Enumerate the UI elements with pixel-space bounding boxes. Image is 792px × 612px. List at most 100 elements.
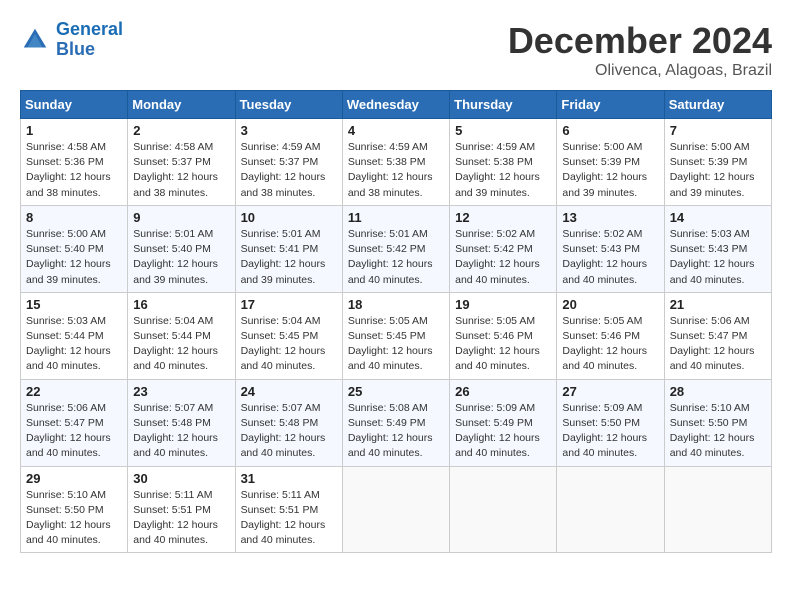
day-number: 23 [133, 384, 229, 399]
calendar-cell [450, 466, 557, 553]
calendar-cell: 26 Sunrise: 5:09 AM Sunset: 5:49 PM Dayli… [450, 379, 557, 466]
calendar-cell: 9 Sunrise: 5:01 AM Sunset: 5:40 PM Daylig… [128, 205, 235, 292]
month-title: December 2024 [508, 20, 772, 62]
day-number: 4 [348, 123, 444, 138]
calendar-cell: 17Sunrise: 5:04 AM Sunset: 5:45 PM Dayli… [235, 292, 342, 379]
day-info: Sunrise: 5:11 AM Sunset: 5:51 PM Dayligh… [241, 488, 337, 549]
weekday-header-friday: Friday [557, 91, 664, 119]
calendar-cell: 24 Sunrise: 5:07 AM Sunset: 5:48 PM Dayli… [235, 379, 342, 466]
weekday-header-thursday: Thursday [450, 91, 557, 119]
day-info: Sunrise: 5:07 AM Sunset: 5:48 PM Dayligh… [133, 401, 229, 462]
logo-text: General Blue [56, 20, 123, 60]
day-info: Sunrise: 4:59 AM Sunset: 5:38 PM Dayligh… [348, 140, 444, 201]
day-number: 10 [241, 210, 337, 225]
day-info: Sunrise: 5:10 AM Sunset: 5:50 PM Dayligh… [670, 401, 766, 462]
calendar-cell: 25 Sunrise: 5:08 AM Sunset: 5:49 PM Dayli… [342, 379, 449, 466]
calendar-cell [342, 466, 449, 553]
day-number: 24 [241, 384, 337, 399]
day-number: 22 [26, 384, 122, 399]
weekday-header-wednesday: Wednesday [342, 91, 449, 119]
day-info: Sunrise: 4:58 AM Sunset: 5:37 PM Dayligh… [133, 140, 229, 201]
day-info: Sunrise: 5:02 AM Sunset: 5:43 PM Dayligh… [562, 227, 658, 288]
calendar-cell: 29 Sunrise: 5:10 AM Sunset: 5:50 PM Dayli… [21, 466, 128, 553]
day-info: Sunrise: 5:03 AM Sunset: 5:43 PM Dayligh… [670, 227, 766, 288]
calendar-cell: 19Sunrise: 5:05 AM Sunset: 5:46 PM Dayli… [450, 292, 557, 379]
week-row-3: 15 Sunrise: 5:03 AM Sunset: 5:44 PM Dayli… [21, 292, 772, 379]
day-number: 3 [241, 123, 337, 138]
weekday-header-sunday: Sunday [21, 91, 128, 119]
day-info: Sunrise: 5:01 AM Sunset: 5:42 PM Dayligh… [348, 227, 444, 288]
page-header: General Blue December 2024 Olivenca, Ala… [20, 20, 772, 80]
day-info: Sunrise: 5:03 AM Sunset: 5:44 PM Dayligh… [26, 314, 122, 375]
day-number: 28 [670, 384, 766, 399]
day-number: 18 [348, 297, 444, 312]
calendar-cell: 15 Sunrise: 5:03 AM Sunset: 5:44 PM Dayli… [21, 292, 128, 379]
day-info: Sunrise: 5:08 AM Sunset: 5:49 PM Dayligh… [348, 401, 444, 462]
day-info: Sunrise: 4:58 AM Sunset: 5:36 PM Dayligh… [26, 140, 122, 201]
day-info: Sunrise: 5:05 AM Sunset: 5:46 PM Dayligh… [562, 314, 658, 375]
calendar-cell: 3 Sunrise: 4:59 AM Sunset: 5:37 PM Daylig… [235, 119, 342, 206]
weekday-header-row: SundayMondayTuesdayWednesdayThursdayFrid… [21, 91, 772, 119]
day-info: Sunrise: 5:04 AM Sunset: 5:44 PM Dayligh… [133, 314, 229, 375]
day-number: 21 [670, 297, 766, 312]
calendar-cell: 10 Sunrise: 5:01 AM Sunset: 5:41 PM Dayli… [235, 205, 342, 292]
day-info: Sunrise: 5:02 AM Sunset: 5:42 PM Dayligh… [455, 227, 551, 288]
day-number: 8 [26, 210, 122, 225]
day-number: 26 [455, 384, 551, 399]
day-info: Sunrise: 5:07 AM Sunset: 5:48 PM Dayligh… [241, 401, 337, 462]
day-number: 5 [455, 123, 551, 138]
day-info: Sunrise: 5:11 AM Sunset: 5:51 PM Dayligh… [133, 488, 229, 549]
calendar-cell [664, 466, 771, 553]
day-info: Sunrise: 5:01 AM Sunset: 5:41 PM Dayligh… [241, 227, 337, 288]
day-number: 2 [133, 123, 229, 138]
day-number: 12 [455, 210, 551, 225]
day-info: Sunrise: 5:00 AM Sunset: 5:39 PM Dayligh… [562, 140, 658, 201]
calendar-cell [557, 466, 664, 553]
day-number: 25 [348, 384, 444, 399]
week-row-5: 29 Sunrise: 5:10 AM Sunset: 5:50 PM Dayli… [21, 466, 772, 553]
day-info: Sunrise: 5:05 AM Sunset: 5:45 PM Dayligh… [348, 314, 444, 375]
day-info: Sunrise: 4:59 AM Sunset: 5:38 PM Dayligh… [455, 140, 551, 201]
calendar-cell: 8 Sunrise: 5:00 AM Sunset: 5:40 PM Daylig… [21, 205, 128, 292]
calendar-cell: 2 Sunrise: 4:58 AM Sunset: 5:37 PM Daylig… [128, 119, 235, 206]
day-info: Sunrise: 5:06 AM Sunset: 5:47 PM Dayligh… [670, 314, 766, 375]
day-number: 20 [562, 297, 658, 312]
day-info: Sunrise: 5:00 AM Sunset: 5:39 PM Dayligh… [670, 140, 766, 201]
day-number: 6 [562, 123, 658, 138]
calendar-cell: 7Sunrise: 5:00 AM Sunset: 5:39 PM Daylig… [664, 119, 771, 206]
week-row-1: 1 Sunrise: 4:58 AM Sunset: 5:36 PM Daylig… [21, 119, 772, 206]
calendar-cell: 18 Sunrise: 5:05 AM Sunset: 5:45 PM Dayli… [342, 292, 449, 379]
day-number: 13 [562, 210, 658, 225]
week-row-4: 22 Sunrise: 5:06 AM Sunset: 5:47 PM Dayli… [21, 379, 772, 466]
calendar-cell: 27Sunrise: 5:09 AM Sunset: 5:50 PM Dayli… [557, 379, 664, 466]
calendar-cell: 16 Sunrise: 5:04 AM Sunset: 5:44 PM Dayli… [128, 292, 235, 379]
calendar-cell: 21 Sunrise: 5:06 AM Sunset: 5:47 PM Dayli… [664, 292, 771, 379]
calendar-cell: 30 Sunrise: 5:11 AM Sunset: 5:51 PM Dayli… [128, 466, 235, 553]
day-number: 1 [26, 123, 122, 138]
day-number: 11 [348, 210, 444, 225]
calendar-cell: 23 Sunrise: 5:07 AM Sunset: 5:48 PM Dayli… [128, 379, 235, 466]
logo: General Blue [20, 20, 123, 60]
day-number: 15 [26, 297, 122, 312]
weekday-header-monday: Monday [128, 91, 235, 119]
day-number: 29 [26, 471, 122, 486]
week-row-2: 8 Sunrise: 5:00 AM Sunset: 5:40 PM Daylig… [21, 205, 772, 292]
day-number: 16 [133, 297, 229, 312]
day-info: Sunrise: 5:09 AM Sunset: 5:50 PM Dayligh… [562, 401, 658, 462]
day-number: 31 [241, 471, 337, 486]
calendar-table: SundayMondayTuesdayWednesdayThursdayFrid… [20, 90, 772, 553]
day-info: Sunrise: 5:01 AM Sunset: 5:40 PM Dayligh… [133, 227, 229, 288]
logo-icon [20, 25, 50, 55]
day-info: Sunrise: 5:06 AM Sunset: 5:47 PM Dayligh… [26, 401, 122, 462]
weekday-header-saturday: Saturday [664, 91, 771, 119]
day-info: Sunrise: 5:10 AM Sunset: 5:50 PM Dayligh… [26, 488, 122, 549]
day-info: Sunrise: 5:09 AM Sunset: 5:49 PM Dayligh… [455, 401, 551, 462]
day-info: Sunrise: 5:00 AM Sunset: 5:40 PM Dayligh… [26, 227, 122, 288]
weekday-header-tuesday: Tuesday [235, 91, 342, 119]
day-number: 9 [133, 210, 229, 225]
day-number: 19 [455, 297, 551, 312]
day-info: Sunrise: 4:59 AM Sunset: 5:37 PM Dayligh… [241, 140, 337, 201]
title-block: December 2024 Olivenca, Alagoas, Brazil [508, 20, 772, 80]
calendar-cell: 5 Sunrise: 4:59 AM Sunset: 5:38 PM Daylig… [450, 119, 557, 206]
day-number: 30 [133, 471, 229, 486]
